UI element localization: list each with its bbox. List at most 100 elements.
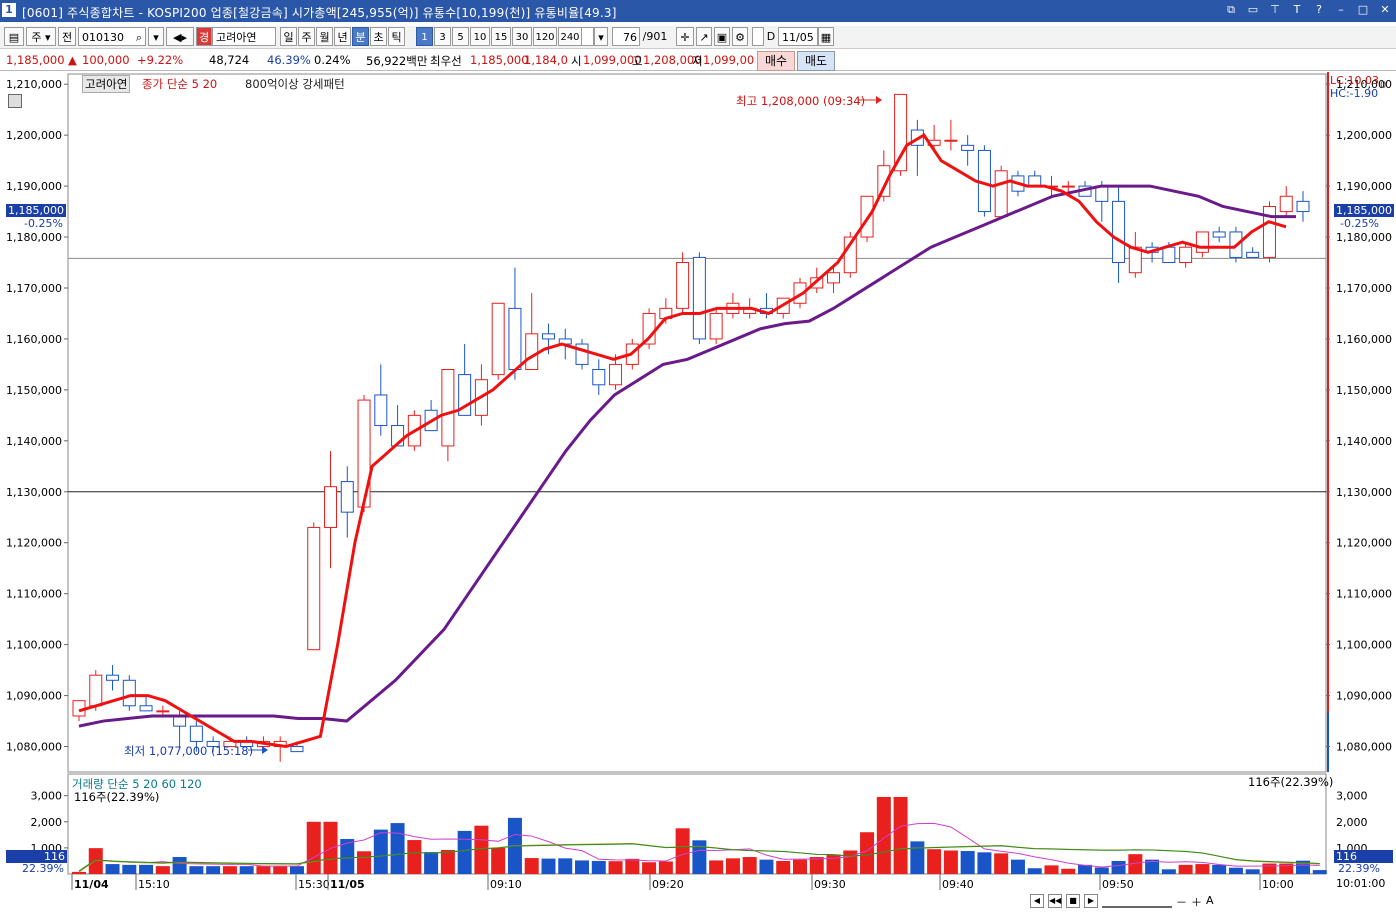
ma5-line <box>78 133 1287 749</box>
window-icon[interactable]: ▭ <box>1246 3 1260 17</box>
help-icon[interactable]: ? <box>1312 3 1326 17</box>
interval-button[interactable]: 5 <box>452 27 469 46</box>
search-icon[interactable]: ⌕ <box>136 28 142 45</box>
period-button[interactable]: 주 <box>298 27 315 46</box>
x-tick-label: 11/04 <box>74 878 109 891</box>
interval-button[interactable]: 30 <box>512 27 532 46</box>
calendar-icon[interactable]: ▦ <box>818 27 834 46</box>
vol-tick-label: 2,000 <box>31 816 63 829</box>
stock-chart[interactable]: 1,210,000 1,210,0001,200,000 1,200,0001,19… <box>0 72 1396 912</box>
volume-bar <box>742 857 757 874</box>
clock-label: 10:01:00 <box>1336 877 1386 890</box>
low-value: 1,099,00 <box>703 53 755 67</box>
sell-button[interactable]: 매도 <box>797 51 835 71</box>
legend-ma[interactable]: 종가 단순 5 20 <box>142 76 217 92</box>
interval-button[interactable]: 240 <box>558 27 582 46</box>
y-tick-label-right: 1,160,000 <box>1336 333 1392 346</box>
scroll-track[interactable] <box>1102 894 1172 908</box>
date-input[interactable]: 11/05 <box>778 27 818 46</box>
titlebar-controls: ⧉ ▭ ⊤ T ? – □ ✕ <box>1224 3 1392 17</box>
volume-bar <box>658 861 673 874</box>
volume-bar <box>558 858 573 874</box>
scroll-controls[interactable]: ◀ ◀◀ ■ ▶ － ＋ A <box>1030 894 1214 910</box>
candle-body <box>709 312 723 340</box>
sound-icon[interactable]: ◀▸ <box>166 27 194 46</box>
y-tick-label: 1,120,000 <box>6 537 62 550</box>
candle-body <box>575 343 589 365</box>
text-icon[interactable]: T <box>1290 3 1304 17</box>
x-tick-label: 15:10 <box>138 878 170 891</box>
mode-select[interactable]: 주 ▾ <box>26 27 56 46</box>
period-button[interactable]: 일 <box>280 27 297 46</box>
change-pct: +9.22% <box>137 53 184 67</box>
period-button[interactable]: 초 <box>370 27 387 46</box>
period-button[interactable]: 분 <box>352 27 369 46</box>
period-button[interactable]: 틱 <box>388 27 405 46</box>
close-icon[interactable]: ✕ <box>1378 3 1392 17</box>
link-icon[interactable]: ⧉ <box>1224 3 1238 17</box>
date-checkbox[interactable] <box>752 27 764 46</box>
candle-body <box>290 746 304 753</box>
volume-bar <box>977 852 992 874</box>
price-pane-frame <box>67 73 1327 773</box>
y-tick-label: 1,210,000 <box>6 78 62 91</box>
volume-bar <box>273 866 288 874</box>
grid-icon[interactable] <box>8 94 22 108</box>
volume-bar <box>105 864 120 874</box>
crosshair-icon[interactable]: ✛ <box>676 27 694 46</box>
interval-button[interactable]: 10 <box>470 27 490 46</box>
legend-stock-name[interactable]: 고려아연 <box>82 75 131 93</box>
zoom-out-icon[interactable]: － <box>1176 894 1187 910</box>
candle-body <box>961 144 975 151</box>
volume-bar <box>491 847 506 874</box>
stock-code-input[interactable]: 010130 ⌕ <box>78 27 146 46</box>
chart-area[interactable]: 1,210,000 1,210,000 1,200,000 1,200,000 1,19… <box>0 72 1396 912</box>
interval-button[interactable]: 1 <box>416 27 433 46</box>
buy-button[interactable]: 매수 <box>757 51 795 71</box>
interval-button[interactable]: 3 <box>434 27 451 46</box>
candle-body <box>676 262 690 309</box>
period-button[interactable]: 월 <box>316 27 333 46</box>
vol-tick-label: 3,000 <box>31 790 63 803</box>
y-tick-label-right: 1,090,000 <box>1336 690 1392 703</box>
text-size-icon[interactable]: A <box>1206 894 1214 910</box>
save-icon[interactable]: ▣ <box>714 27 730 46</box>
stock-name-field[interactable]: 고려아연 <box>212 27 276 46</box>
count-dropdown-icon[interactable]: ▾ <box>594 27 608 46</box>
x-tick-label: 15:30 <box>298 878 330 891</box>
scroll-prev-icon[interactable]: ◀◀ <box>1048 894 1062 908</box>
draw-tool-icon[interactable]: ↗ <box>696 27 712 46</box>
left-price-tag: 1,185,000 <box>6 204 66 217</box>
toolbar: ▤ 주 ▾ 전 010130⌕ ▾ ◀▸ 경 고려아연 1 ▾ 76 /901 … <box>0 26 1396 49</box>
period-button[interactable]: 년 <box>334 27 351 46</box>
volume-bar <box>927 849 942 874</box>
chart-settings-icon[interactable]: ▤ <box>4 27 24 46</box>
volume-bar <box>575 860 590 874</box>
scroll-stop-icon[interactable]: ■ <box>1066 894 1080 908</box>
volume-bar <box>440 849 455 874</box>
candle-body <box>307 526 321 651</box>
candle-body <box>139 705 153 712</box>
interval-button[interactable]: 15 <box>491 27 511 46</box>
gear-icon[interactable]: ⚙ <box>732 27 748 46</box>
dropdown-icon[interactable]: ▾ <box>148 27 164 46</box>
window-titlebar: 1 [0601] 주식종합차트 - KOSPI200 업종[철강금속] 시가총액… <box>0 0 1396 22</box>
volume-bar <box>1061 868 1076 874</box>
scroll-first-icon[interactable]: ◀ <box>1030 894 1044 908</box>
prev-button[interactable]: 전 <box>58 27 76 46</box>
volume-bar <box>1212 864 1227 874</box>
legend-pattern[interactable]: 800억이상 강세패턴 <box>245 76 345 92</box>
range-input[interactable]: 76 <box>612 27 640 46</box>
volume-bar <box>675 828 690 874</box>
candle-body <box>1179 246 1193 264</box>
candle-body <box>944 139 958 142</box>
y-tick-label-right: 1,170,000 <box>1336 282 1392 295</box>
minimize-icon[interactable]: – <box>1334 3 1348 17</box>
interval-button[interactable]: 120 <box>533 27 557 46</box>
pin-icon[interactable]: ⊤ <box>1268 3 1282 17</box>
high-annotation: 최고 1,208,000 (09:34) <box>736 94 866 108</box>
scroll-next-icon[interactable]: ▶ <box>1084 894 1098 908</box>
zoom-in-icon[interactable]: ＋ <box>1191 894 1202 910</box>
maximize-icon[interactable]: □ <box>1356 3 1370 17</box>
candle-body <box>324 486 338 528</box>
